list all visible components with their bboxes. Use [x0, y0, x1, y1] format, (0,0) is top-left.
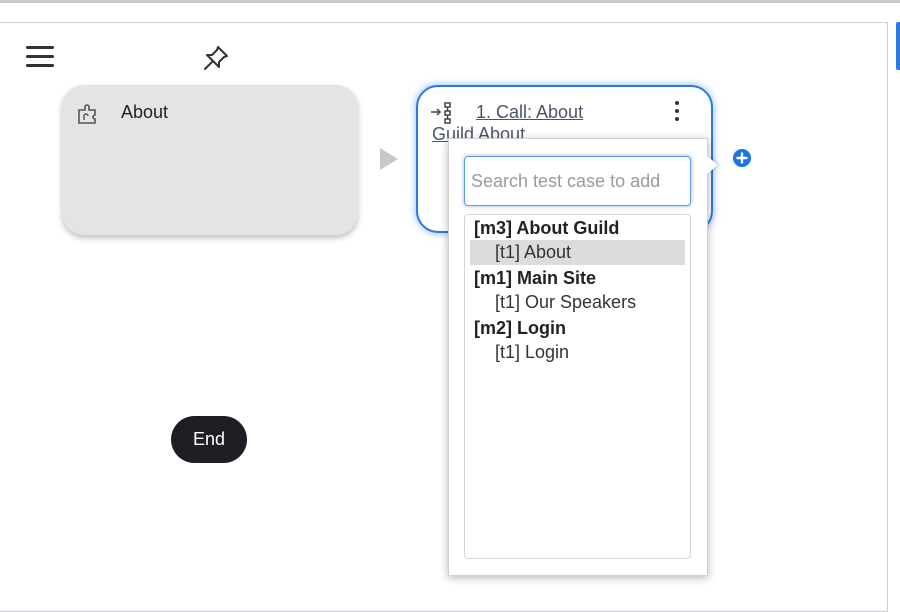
list-item-about[interactable]: [t1] About: [470, 240, 685, 265]
kebab-menu-icon[interactable]: [672, 101, 682, 125]
pushpin-icon[interactable]: [200, 42, 232, 74]
test-case-picker-popover: [m3] About Guild [t1] About [m1] Main Si…: [448, 138, 708, 576]
step-label: About: [121, 102, 169, 122]
plus-circle-icon[interactable]: [732, 148, 752, 168]
call-link-icon: [430, 101, 456, 125]
popover-pointer: [706, 155, 718, 175]
test-case-search-input[interactable]: [464, 156, 691, 206]
puzzle-piece-icon: [76, 101, 100, 125]
end-node[interactable]: End: [171, 416, 247, 463]
top-divider: [0, 0, 900, 3]
list-item-our-speakers[interactable]: [t1] Our Speakers: [470, 290, 685, 315]
step-card-about[interactable]: About: [62, 85, 358, 235]
hamburger-menu-icon[interactable]: [26, 46, 54, 70]
group-header-about-guild: [m3] About Guild: [474, 218, 620, 238]
flow-arrow-icon: [380, 148, 398, 170]
test-case-list[interactable]: [m3] About Guild [t1] About [m1] Main Si…: [464, 214, 691, 559]
list-item-login[interactable]: [t1] Login: [470, 340, 685, 365]
right-panel-edge: [896, 22, 900, 70]
group-header-login: [m2] Login: [474, 318, 566, 338]
call-step-title-link[interactable]: 1. Call: About: [476, 102, 583, 123]
group-header-main-site: [m1] Main Site: [474, 268, 597, 288]
